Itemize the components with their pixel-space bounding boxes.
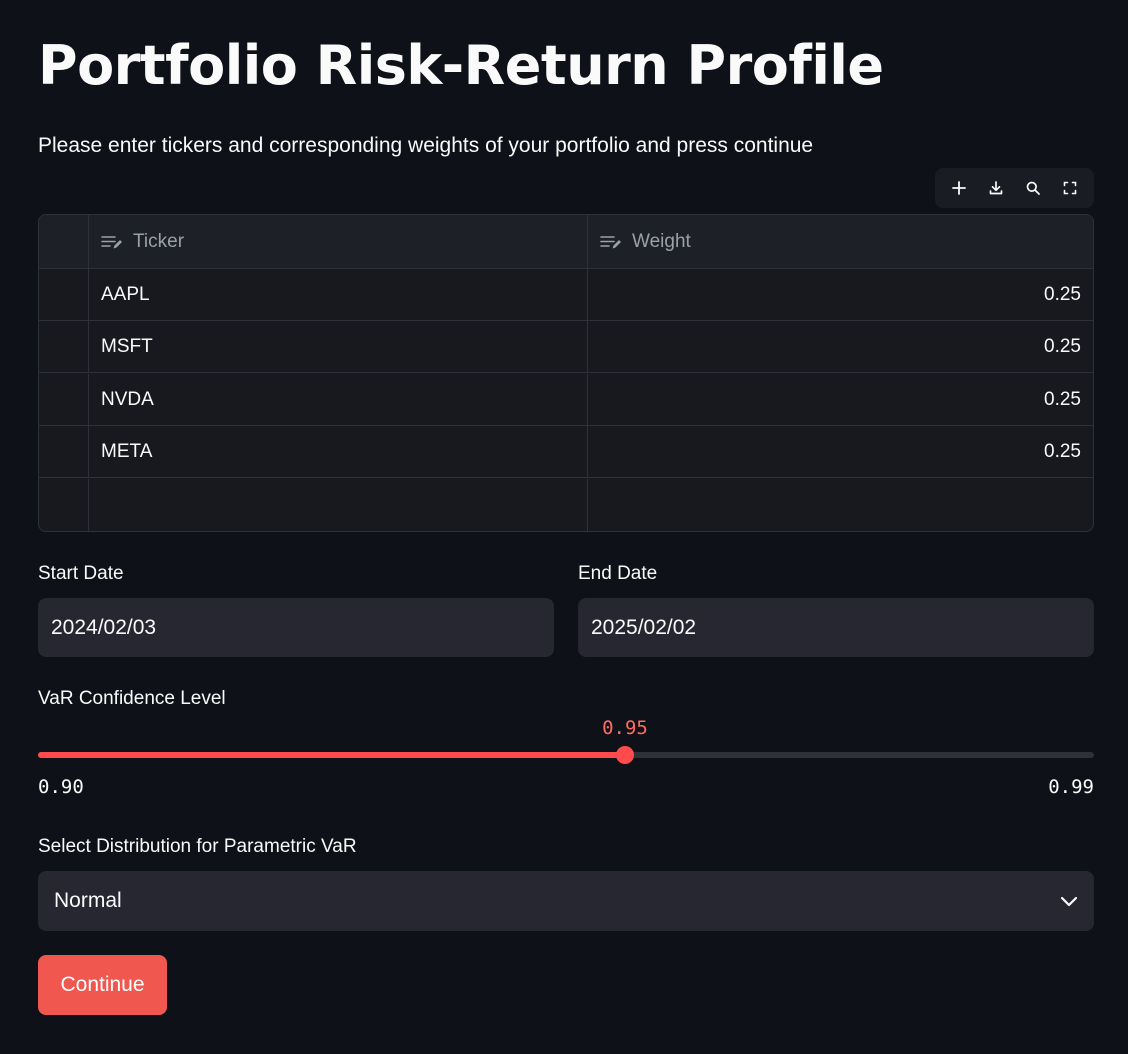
ticker-cell[interactable]: META xyxy=(89,426,588,477)
var-confidence-label: VaR Confidence Level xyxy=(38,688,226,709)
fullscreen-icon xyxy=(1063,181,1076,195)
fullscreen-button[interactable] xyxy=(1054,172,1086,204)
page: Portfolio Risk-Return Profile Please ent… xyxy=(0,0,1128,1054)
distribution-label: Select Distribution for Parametric VaR xyxy=(38,836,357,857)
column-header-ticker-label: Ticker xyxy=(133,230,185,252)
table-header-row: Ticker Weight xyxy=(39,215,1093,269)
ticker-cell[interactable]: MSFT xyxy=(89,321,588,372)
download-icon xyxy=(989,181,1003,195)
var-confidence-slider[interactable] xyxy=(38,746,1094,764)
slider-min-label: 0.90 xyxy=(38,776,84,798)
ticker-cell[interactable] xyxy=(89,479,588,531)
portfolio-data-editor[interactable]: Ticker Weight AAPL 0.25 MSFT 0.25 NVDA 0… xyxy=(38,214,1094,532)
table-row: META 0.25 xyxy=(39,426,1093,478)
start-date-label: Start Date xyxy=(38,563,124,584)
end-date-label: End Date xyxy=(578,563,658,584)
search-icon xyxy=(1026,181,1040,195)
row-index-cell[interactable] xyxy=(39,426,89,477)
weight-cell[interactable] xyxy=(588,479,1093,531)
row-index-cell[interactable] xyxy=(39,321,89,372)
row-index-cell[interactable] xyxy=(39,269,89,320)
slider-current-value: 0.95 xyxy=(602,717,648,739)
chevron-down-icon xyxy=(1060,896,1078,907)
search-button[interactable] xyxy=(1017,172,1049,204)
weight-cell[interactable]: 0.25 xyxy=(588,269,1093,320)
row-index-cell[interactable] xyxy=(39,479,89,531)
ticker-cell[interactable]: AAPL xyxy=(89,269,588,320)
add-row-button[interactable] xyxy=(943,172,975,204)
start-date-input[interactable]: 2024/02/03 xyxy=(38,598,554,657)
row-index-cell[interactable] xyxy=(39,374,89,425)
column-header-weight-label: Weight xyxy=(632,230,691,252)
weight-cell[interactable]: 0.25 xyxy=(588,426,1093,477)
download-button[interactable] xyxy=(980,172,1012,204)
table-row: MSFT 0.25 xyxy=(39,321,1093,373)
new-row xyxy=(39,479,1093,531)
page-subtitle: Please enter tickers and corresponding w… xyxy=(38,134,814,157)
add-row-icon xyxy=(952,181,967,195)
editable-column-icon xyxy=(101,234,123,250)
weight-cell[interactable]: 0.25 xyxy=(588,374,1093,425)
weight-cell[interactable]: 0.25 xyxy=(588,321,1093,372)
table-row: AAPL 0.25 xyxy=(39,269,1093,321)
slider-max-label: 0.99 xyxy=(1048,776,1094,798)
slider-thumb[interactable] xyxy=(616,746,635,764)
end-date-input[interactable]: 2025/02/02 xyxy=(578,598,1094,657)
column-header-ticker[interactable]: Ticker xyxy=(89,215,588,268)
column-header-weight[interactable]: Weight xyxy=(588,215,1093,268)
data-editor-toolbar xyxy=(935,168,1094,208)
distribution-select[interactable]: Normal xyxy=(38,871,1094,931)
page-title: Portfolio Risk-Return Profile xyxy=(38,34,884,97)
ticker-cell[interactable]: NVDA xyxy=(89,374,588,425)
row-index-header xyxy=(39,215,89,268)
table-row: NVDA 0.25 xyxy=(39,374,1093,426)
slider-fill xyxy=(38,752,626,758)
distribution-selected-value: Normal xyxy=(54,889,122,912)
continue-button[interactable]: Continue xyxy=(38,955,167,1015)
editable-column-icon xyxy=(600,234,622,250)
